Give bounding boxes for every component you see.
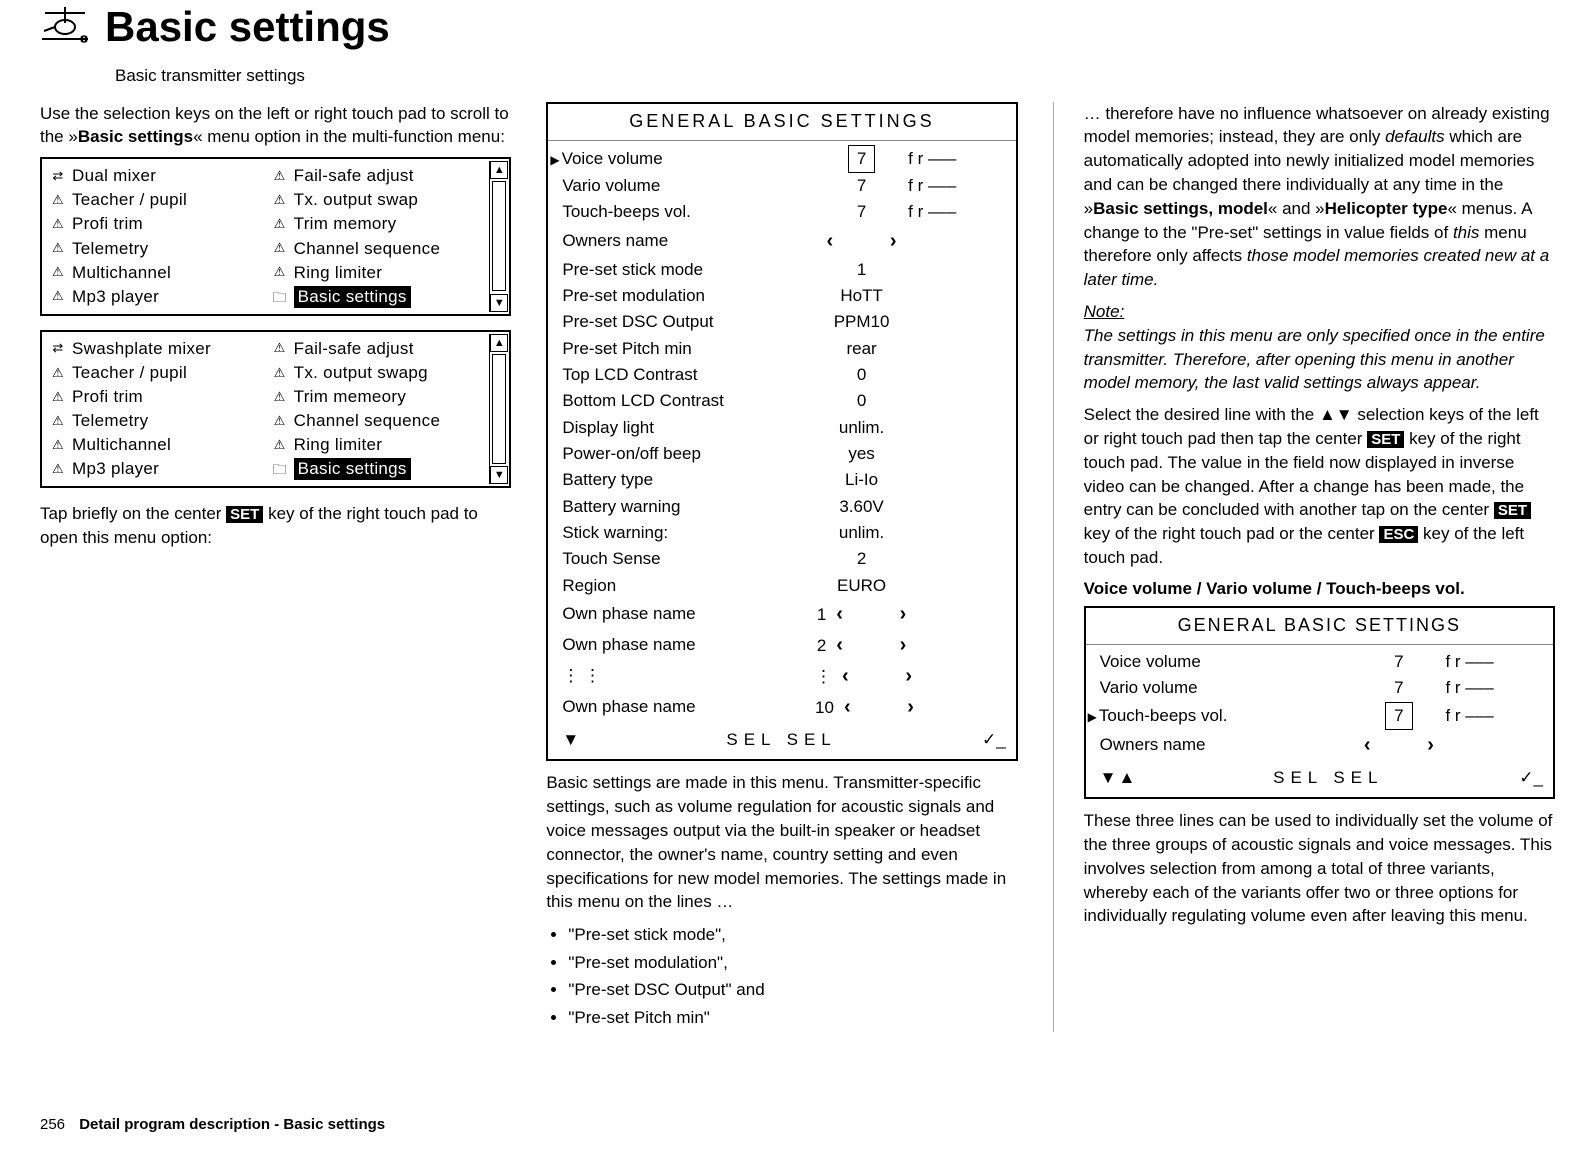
lcd-row: ▶Touch-beeps vol.7f r ––– <box>1100 702 1543 730</box>
menu-item: ⚠Channel sequence <box>272 238 484 260</box>
lcd-volume-settings: GENERAL BASIC SETTINGS Voice volume7f r … <box>1084 606 1555 799</box>
menu-item: ⇄Dual mixer <box>50 165 262 187</box>
lcd-row: ▶Voice volume7f r ––– <box>562 145 1005 173</box>
menu-item: ⚠Telemetry <box>50 410 262 432</box>
lcd-row: Owners name‹ › <box>562 226 1005 257</box>
lcd-row: Owners name‹ › <box>1100 730 1543 761</box>
lcd-row: Bottom LCD Contrast0 <box>562 388 1005 414</box>
menu-item: ⚠Telemetry <box>50 238 262 260</box>
col3-p2: Select the desired line with the ▲▼ sele… <box>1084 403 1555 570</box>
menu-item: ⚠Multichannel <box>50 262 262 284</box>
lcd-row: Touch Sense2 <box>562 546 1005 572</box>
page-subtitle: Basic transmitter settings <box>115 65 1555 87</box>
lcd-title: GENERAL BASIC SETTINGS <box>1086 608 1553 645</box>
menu-item: ⚠Ring limiter <box>272 434 484 456</box>
menu-item: ⚠Mp3 player <box>50 458 262 480</box>
col3-p1: … therefore have no influence whatsoever… <box>1084 102 1555 292</box>
lcd-row: Voice volume7f r ––– <box>1100 649 1543 675</box>
scroll-down-icon: ▼ <box>490 294 508 312</box>
menu-item: ⚠Profi trim <box>50 386 262 408</box>
set-key: SET <box>1367 431 1404 448</box>
page-footer: 256 Detail program description - Basic s… <box>40 1115 385 1135</box>
lcd-general-settings: GENERAL BASIC SETTINGS ▶Voice volume7f r… <box>546 102 1017 762</box>
menu-item: ⚠Trim memory <box>272 213 484 235</box>
lcd-row: Pre-set Pitch minrear <box>562 336 1005 362</box>
list-item: "Pre-set DSC Output" and <box>568 977 1017 1003</box>
tick-icon: ✓_ <box>982 727 1006 753</box>
lcd-row: Power-on/off beepyes <box>562 441 1005 467</box>
down-arrow-icon: ▼ <box>562 727 581 753</box>
note: Note: The settings in this menu are only… <box>1084 300 1555 395</box>
lcd-row: Own phase name10‹ › <box>562 692 1005 723</box>
lcd-row: RegionEURO <box>562 573 1005 599</box>
menu-item: ⚠Tx. output swap <box>272 189 484 211</box>
lcd-row: Vario volume7f r ––– <box>562 173 1005 199</box>
menu-item: ⚠Profi trim <box>50 213 262 235</box>
menu-box-2: ⇄Swashplate mixer ⚠Fail-safe adjust ⚠Tea… <box>40 330 511 489</box>
updown-arrow-icon: ▼▲ <box>1100 765 1138 791</box>
list-item: "Pre-set modulation", <box>568 950 1017 976</box>
menu-item-selected: 🗀Basic settings <box>272 286 484 308</box>
menu-item-selected: 🗀Basic settings <box>272 458 484 480</box>
page-title: Basic settings <box>105 0 390 55</box>
col3-p3: These three lines can be used to individ… <box>1084 809 1555 928</box>
lcd-row: Own phase name2‹ › <box>562 630 1005 661</box>
menu-item: ⚠Fail-safe adjust <box>272 165 484 187</box>
menu-item: ⚠Mp3 player <box>50 286 262 308</box>
scroll-up-icon: ▲ <box>490 161 508 179</box>
lcd-row: Own phase name1‹ › <box>562 599 1005 630</box>
menu-item: ⚠Ring limiter <box>272 262 484 284</box>
preset-bullets: "Pre-set stick mode", "Pre-set modulatio… <box>568 922 1017 1030</box>
lcd-row: Pre-set DSC OutputPPM10 <box>562 309 1005 335</box>
col2-para: Basic settings are made in this menu. Tr… <box>546 771 1017 914</box>
tap-text: Tap briefly on the center SET key of the… <box>40 502 511 550</box>
helicopter-icon <box>40 5 90 50</box>
list-item: "Pre-set stick mode", <box>568 922 1017 948</box>
scroll-thumb <box>492 181 506 291</box>
menu-box-1: ⇄Dual mixer ⚠Fail-safe adjust ⚠Teacher /… <box>40 157 511 316</box>
menu-item: ⚠Teacher / pupil <box>50 189 262 211</box>
menu-item: ⚠Tx. output swapg <box>272 362 484 384</box>
lcd-row: Battery typeLi-Io <box>562 467 1005 493</box>
lcd-row: ⋮ ⋮⋮‹ › <box>562 661 1005 692</box>
scroll-thumb <box>492 354 506 464</box>
lcd-row: Vario volume7f r ––– <box>1100 675 1543 701</box>
lcd-row: Stick warning:unlim. <box>562 520 1005 546</box>
section-title: Voice volume / Vario volume / Touch-beep… <box>1084 578 1555 600</box>
esc-key: ESC <box>1379 526 1418 543</box>
lcd-title: GENERAL BASIC SETTINGS <box>548 104 1015 141</box>
set-key: SET <box>1494 502 1531 519</box>
scrollbar: ▲ ▼ <box>489 161 507 312</box>
menu-item: ⚠Channel sequence <box>272 410 484 432</box>
lcd-row: Touch-beeps vol.7f r ––– <box>562 199 1005 225</box>
sel-labels: SEL SEL <box>726 727 836 753</box>
tick-icon: ✓_ <box>1519 765 1543 791</box>
set-key: SET <box>226 506 263 523</box>
menu-item: ⚠Fail-safe adjust <box>272 338 484 360</box>
menu-item: ⚠Multichannel <box>50 434 262 456</box>
lcd-row: Battery warning3.60V <box>562 494 1005 520</box>
scroll-up-icon: ▲ <box>490 334 508 352</box>
intro-text: Use the selection keys on the left or ri… <box>40 102 511 150</box>
menu-item: ⚠Teacher / pupil <box>50 362 262 384</box>
lcd-row: Pre-set stick mode1 <box>562 257 1005 283</box>
lcd-row: Top LCD Contrast0 <box>562 362 1005 388</box>
scrollbar: ▲ ▼ <box>489 334 507 485</box>
lcd-row: Pre-set modulationHoTT <box>562 283 1005 309</box>
scroll-down-icon: ▼ <box>490 466 508 484</box>
menu-item: ⇄Swashplate mixer <box>50 338 262 360</box>
list-item: "Pre-set Pitch min" <box>568 1005 1017 1031</box>
menu-item: ⚠Trim memeory <box>272 386 484 408</box>
lcd-row: Display lightunlim. <box>562 415 1005 441</box>
sel-labels: SEL SEL <box>1273 765 1383 791</box>
